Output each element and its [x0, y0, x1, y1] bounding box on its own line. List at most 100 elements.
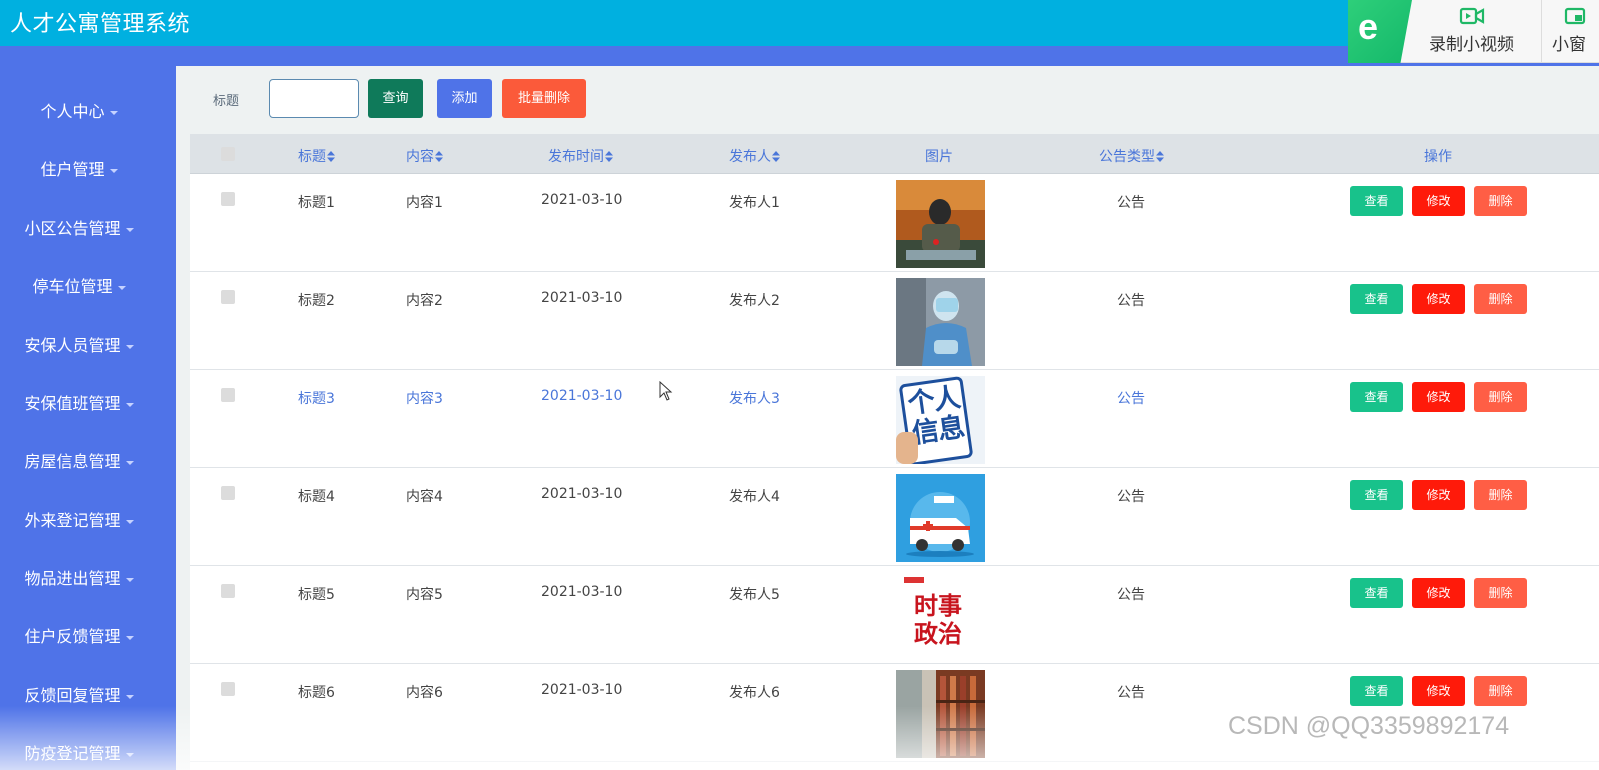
header-publish-time-label: 发布时间 [548, 149, 604, 165]
notice-thumbnail[interactable] [896, 180, 985, 268]
header-notice-type[interactable]: 公告类型 [1099, 146, 1164, 166]
search-label: 标题 [213, 94, 240, 109]
cell-publisher: 发布人2 [729, 293, 780, 309]
sidebar-item-goods[interactable]: 物品进出管理 [0, 565, 158, 589]
table-header: 标题 内容 发布时间 发布人 图片 公告类型 操作 [190, 134, 1599, 174]
mini-window-label: 小窗 [1552, 35, 1586, 55]
row-checkbox[interactable] [221, 584, 235, 598]
sort-icon [327, 151, 335, 162]
cell-title: 标题3 [298, 391, 335, 407]
header-publisher-label: 发布人 [729, 149, 771, 165]
search-input[interactable] [269, 79, 359, 118]
sidebar-item-security-staff[interactable]: 安保人员管理 [0, 332, 158, 356]
batch-delete-button[interactable]: 批量删除 [502, 79, 586, 118]
row-checkbox[interactable] [221, 388, 235, 402]
view-button[interactable]: 查看 [1350, 186, 1403, 216]
edit-button[interactable]: 修改 [1412, 186, 1465, 216]
video-record-icon [1459, 7, 1484, 25]
delete-button[interactable]: 删除 [1474, 578, 1527, 608]
image-caption: 时事政治 [914, 592, 962, 648]
query-button[interactable]: 查询 [368, 79, 423, 118]
sidebar-item-feedback[interactable]: 住户反馈管理 [0, 623, 158, 647]
notice-thumbnail[interactable]: 时事政治 [896, 572, 985, 660]
sidebar-item-parking[interactable]: 停车位管理 [0, 273, 158, 297]
app-title: 人才公寓管理系统 [10, 12, 191, 37]
header-title-label: 标题 [298, 149, 326, 165]
sidebar-item-security-duty[interactable]: 安保值班管理 [0, 390, 158, 414]
main-content: 标题 查询 添加 批量删除 标题 内容 发布时间 发布人 图片 公告类型 操作 … [176, 66, 1599, 770]
sidebar-item-personal-center[interactable]: 个人中心 [0, 98, 158, 122]
view-button[interactable]: 查看 [1350, 676, 1403, 706]
row-checkbox[interactable] [221, 682, 235, 696]
cell-content: 内容5 [406, 587, 443, 603]
cell-publish-time: 2021-03-10 [541, 388, 623, 404]
cell-title: 标题6 [298, 685, 335, 701]
delete-button[interactable]: 删除 [1474, 480, 1527, 510]
delete-button[interactable]: 删除 [1474, 284, 1527, 314]
sidebar-item-visitors[interactable]: 外来登记管理 [0, 507, 158, 531]
sidebar-item-label: 停车位管理 [32, 277, 113, 296]
chevron-down-icon [125, 344, 134, 349]
sidebar-item-housing[interactable]: 房屋信息管理 [0, 448, 158, 472]
cell-notice-type: 公告 [1117, 685, 1145, 701]
sidebar-item-epidemic[interactable]: 防疫登记管理 [0, 740, 158, 764]
notice-thumbnail[interactable] [896, 474, 985, 562]
sidebar-item-label: 安保值班管理 [24, 394, 121, 413]
row-checkbox[interactable] [221, 290, 235, 304]
view-button[interactable]: 查看 [1350, 480, 1403, 510]
cell-content: 内容1 [406, 195, 443, 211]
header-image: 图片 [925, 149, 953, 165]
view-button[interactable]: 查看 [1350, 382, 1403, 412]
sidebar-item-residents[interactable]: 住户管理 [0, 156, 158, 180]
watermark: CSDN @QQ3359892174 [1228, 712, 1510, 740]
notice-thumbnail[interactable] [896, 670, 985, 758]
view-button[interactable]: 查看 [1350, 284, 1403, 314]
delete-button[interactable]: 删除 [1474, 676, 1527, 706]
header-publish-time[interactable]: 发布时间 [548, 146, 613, 166]
sort-icon [605, 151, 613, 162]
cell-content: 内容6 [406, 685, 443, 701]
sidebar-item-label: 物品进出管理 [24, 569, 121, 588]
notice-thumbnail[interactable] [896, 278, 985, 366]
notice-table: 标题 内容 发布时间 发布人 图片 公告类型 操作 标题1 内容1 2021-0… [190, 134, 1599, 770]
notice-thumbnail[interactable]: 个人信息 [896, 376, 985, 464]
delete-button[interactable]: 删除 [1474, 382, 1527, 412]
cell-notice-type: 公告 [1117, 195, 1145, 211]
sidebar-item-feedback-reply[interactable]: 反馈回复管理 [0, 682, 158, 706]
cell-publisher: 发布人4 [729, 489, 780, 505]
record-video-label: 录制小视频 [1429, 35, 1514, 55]
edit-button[interactable]: 修改 [1412, 480, 1465, 510]
edit-button[interactable]: 修改 [1412, 676, 1465, 706]
sidebar-item-label: 防疫登记管理 [24, 744, 121, 763]
chevron-down-icon [125, 577, 134, 582]
delete-button[interactable]: 删除 [1474, 186, 1527, 216]
header-content[interactable]: 内容 [406, 146, 443, 166]
chevron-down-icon [125, 402, 134, 407]
select-all-checkbox[interactable] [221, 147, 235, 161]
edit-button[interactable]: 修改 [1412, 578, 1465, 608]
header-publisher[interactable]: 发布人 [729, 146, 780, 166]
sidebar-item-label: 个人中心 [40, 102, 105, 121]
view-button[interactable]: 查看 [1350, 578, 1403, 608]
edit-button[interactable]: 修改 [1412, 284, 1465, 314]
table-row: 标题3 内容3 2021-03-10 发布人3 个人信息 公告 查看 修改 删除 [190, 370, 1599, 468]
row-checkbox[interactable] [221, 192, 235, 206]
add-button[interactable]: 添加 [437, 79, 492, 118]
photo-bookshelves [896, 670, 985, 758]
sidebar-item-label: 安保人员管理 [24, 336, 121, 355]
sidebar-item-notices[interactable]: 小区公告管理 [0, 215, 158, 239]
header-title[interactable]: 标题 [298, 146, 335, 166]
chevron-down-icon [125, 519, 134, 524]
chevron-down-icon [125, 752, 134, 757]
recorder-overlay: e 录制小视频 小窗 [1348, 0, 1599, 63]
edit-button[interactable]: 修改 [1412, 382, 1465, 412]
cell-content: 内容2 [406, 293, 443, 309]
chevron-down-icon [109, 168, 118, 173]
sidebar: 个人中心 住户管理 小区公告管理 停车位管理 安保人员管理 安保值班管理 房屋信… [0, 66, 176, 770]
sidebar-item-label: 房屋信息管理 [24, 452, 121, 471]
record-video-button[interactable]: 录制小视频 [1402, 0, 1541, 63]
row-checkbox[interactable] [221, 486, 235, 500]
chevron-down-icon [125, 635, 134, 640]
cell-title: 标题5 [298, 587, 335, 603]
mini-window-button[interactable]: 小窗 [1542, 0, 1599, 63]
